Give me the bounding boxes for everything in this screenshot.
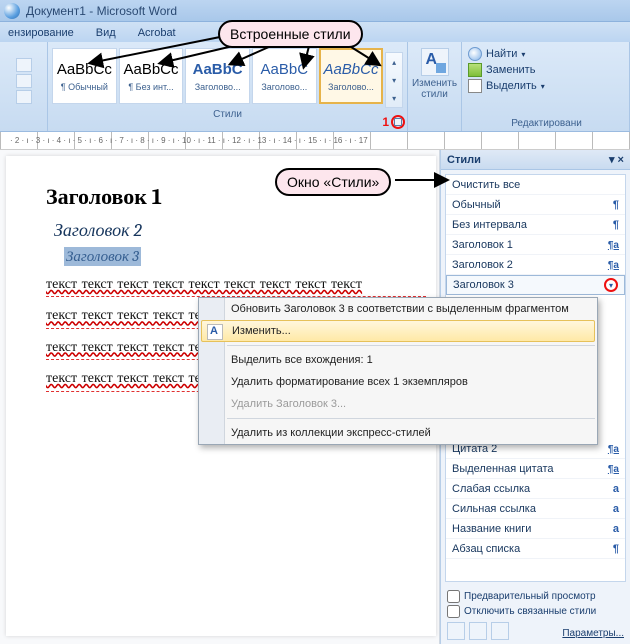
pane-titlebar[interactable]: Стили ▾ × — [441, 150, 630, 170]
char-mark-icon — [613, 483, 619, 495]
pane-menu-icon[interactable]: ▾ × — [609, 153, 624, 166]
paragraph-mark-icon — [613, 199, 619, 211]
group-label — [2, 117, 45, 131]
paragraph-mark-icon — [613, 219, 619, 231]
style-item-normal[interactable]: Обычный — [446, 195, 625, 215]
style-tile-h3[interactable]: AaBbCc Заголово... — [319, 48, 384, 104]
style-tile-h1[interactable]: AaBbC Заголово... — [185, 48, 250, 104]
ctx-remove-gallery[interactable]: Удалить из коллекции экспресс-стилей — [199, 422, 597, 444]
style-item-h1[interactable]: Заголовок 1 — [446, 235, 625, 255]
ctx-update[interactable]: Обновить Заголовок 3 в соответствии с вы… — [199, 298, 597, 320]
body-line[interactable]: текст текст текст текст текст текст текс… — [46, 274, 426, 297]
styles-dialog-launcher[interactable] — [391, 115, 405, 129]
separator — [227, 345, 595, 346]
style-item-intensequote[interactable]: Выделенная цитата — [446, 459, 625, 479]
ctx-modify[interactable]: Изменить... — [201, 320, 595, 342]
change-styles-button[interactable]: Изменить стили — [408, 42, 462, 131]
manage-styles-icon[interactable] — [491, 622, 509, 640]
options-link[interactable]: Параметры... — [562, 628, 624, 639]
styles-group: AaBbCc ¶ Обычный AaBbCc ¶ Без инт... AaB… — [48, 42, 408, 131]
window-title: Документ1 - Microsoft Word — [26, 4, 177, 18]
select-icon — [468, 79, 482, 93]
style-tile-normal[interactable]: AaBbCc ¶ Обычный — [52, 48, 117, 104]
ctx-delete: Удалить Заголовок 3... — [199, 393, 597, 415]
replace-icon — [468, 63, 482, 77]
annotation-1: 1 — [382, 115, 389, 129]
select-button[interactable]: Выделить ▾ — [468, 78, 625, 94]
ctx-clear-fmt[interactable]: Удалить форматирование всех 1 экземпляро… — [199, 371, 597, 393]
horizontal-ruler[interactable]: · 2 · ı · 3 · ı · 4 · ı · 5 · ı · 6 · ı … — [0, 132, 630, 150]
row-up-icon: ▴ — [392, 58, 396, 67]
char-mark-icon — [613, 503, 619, 515]
new-style-icon[interactable] — [447, 622, 465, 640]
pane-footer: Предварительный просмотр Отключить связа… — [441, 586, 630, 644]
style-context-menu: Обновить Заголовок 3 в соответствии с вы… — [198, 297, 598, 445]
char-mark-icon — [613, 523, 619, 535]
linked-mark-icon — [608, 239, 619, 251]
find-icon — [468, 47, 482, 61]
chevron-down-icon: ▾ — [541, 82, 545, 91]
sort-icon[interactable] — [16, 90, 32, 104]
indent-increase-icon[interactable] — [16, 74, 32, 88]
style-item-nospacing[interactable]: Без интервала — [446, 215, 625, 235]
heading2[interactable]: Заголовок 2 — [54, 220, 426, 241]
launcher-icon — [394, 118, 402, 126]
callout-builtin-styles: Встроенные стили — [218, 20, 363, 48]
style-gallery-more[interactable]: ▴ ▾ ▾ — [385, 52, 403, 108]
callout-styles-pane: Окно «Стили» — [275, 168, 391, 196]
tab-acrobat[interactable]: Acrobat — [132, 24, 182, 42]
expand-icon: ▾ — [392, 94, 396, 103]
separator — [227, 418, 595, 419]
indent-decrease-icon[interactable] — [16, 58, 32, 72]
replace-button[interactable]: Заменить — [468, 62, 625, 78]
office-orb-icon[interactable] — [4, 3, 20, 19]
pane-title-text: Стили — [447, 154, 481, 166]
find-button[interactable]: Найти ▾ — [468, 46, 625, 62]
paragraph-group — [0, 42, 48, 131]
title-bar: Документ1 - Microsoft Word — [0, 0, 630, 22]
paragraph-mark-icon — [613, 543, 619, 555]
change-styles-icon — [421, 48, 449, 76]
linked-mark-icon — [608, 443, 619, 455]
style-item-h3[interactable]: Заголовок 3 ▾ — [446, 275, 625, 295]
linked-mark-icon — [608, 463, 619, 475]
ribbon: AaBbCc ¶ Обычный AaBbCc ¶ Без инт... AaB… — [0, 42, 630, 132]
style-tile-nospacing[interactable]: AaBbCc ¶ Без инт... — [119, 48, 184, 104]
row-down-icon: ▾ — [392, 76, 396, 85]
linked-mark-icon — [608, 259, 619, 271]
heading3-selected[interactable]: Заголовок 3 — [64, 247, 141, 266]
change-styles-label: Изменить стили — [408, 78, 461, 100]
editing-group: Найти ▾ Заменить Выделить ▾ Редактирован… — [462, 42, 630, 131]
tab-review[interactable]: ензирование — [2, 24, 80, 42]
editing-group-label: Редактировани — [468, 117, 625, 131]
style-inspector-icon[interactable] — [469, 622, 487, 640]
preview-checkbox[interactable]: Предварительный просмотр — [447, 590, 624, 603]
style-item-listpara[interactable]: Абзац списка — [446, 539, 625, 559]
ctx-select-all[interactable]: Выделить все вхождения: 1 — [199, 349, 597, 371]
style-gallery: AaBbCc ¶ Обычный AaBbCc ¶ Без инт... AaB… — [50, 44, 405, 108]
tab-view[interactable]: Вид — [90, 24, 122, 42]
style-item-subtleref[interactable]: Слабая ссылка — [446, 479, 625, 499]
style-item-booktitle[interactable]: Название книги — [446, 519, 625, 539]
style-dropdown-button[interactable]: ▾ — [604, 278, 618, 292]
disable-linked-checkbox[interactable]: Отключить связанные стили — [447, 605, 624, 618]
style-item-intenseref[interactable]: Сильная ссылка — [446, 499, 625, 519]
modify-icon — [207, 324, 223, 340]
styles-group-label: Стили — [50, 108, 405, 122]
chevron-down-icon: ▾ — [521, 50, 525, 59]
style-item-clear[interactable]: Очистить все — [446, 175, 625, 195]
style-tile-h2[interactable]: AaBbC Заголово... — [252, 48, 317, 104]
style-item-h2[interactable]: Заголовок 2 — [446, 255, 625, 275]
